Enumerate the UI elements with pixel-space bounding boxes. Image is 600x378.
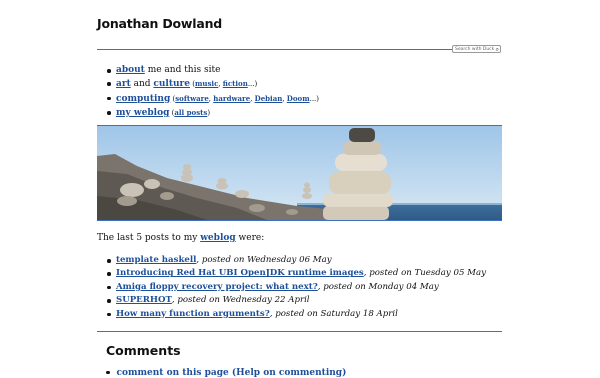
banner-image <box>97 125 502 221</box>
list-item: Introducing Red Hat UBI OpenJDK runtime … <box>105 267 486 280</box>
comment-link[interactable]: comment on this page (Help on commenting… <box>106 368 347 378</box>
search-input[interactable]: Search with Duck ⌕ <box>452 45 501 53</box>
post-meta: , posted on Saturday 18 April <box>269 308 398 319</box>
post-link[interactable]: Introducing Red Hat UBI OpenJDK runtime … <box>116 268 364 278</box>
nav-weblog-close: ) <box>207 109 211 118</box>
nav-item-weblog: my weblog (all posts) <box>105 106 319 120</box>
post-link[interactable]: How many function arguments? <box>116 309 270 319</box>
header-rule <box>97 49 453 50</box>
nav-art-close: ...) <box>247 80 258 89</box>
nav-item-computing: computing (software, hardware, Debian, D… <box>105 92 319 106</box>
nav-link-doom[interactable]: Doom <box>287 94 310 103</box>
nav-about-text: me and this site <box>144 65 221 75</box>
site-title[interactable]: Jonathan Dowland <box>97 16 222 31</box>
list-item: How many function arguments?, posted on … <box>105 308 486 321</box>
intro-weblog-link[interactable]: weblog <box>200 233 235 243</box>
nav-link-music[interactable]: music <box>195 79 218 88</box>
post-meta: , posted on Wednesday 06 May <box>196 255 332 265</box>
recent-posts-list: template haskell, posted on Wednesday 06… <box>105 254 486 321</box>
intro-after: were: <box>235 233 265 243</box>
search-placeholder: Search with Duck <box>455 46 495 52</box>
post-link[interactable]: template haskell <box>116 255 196 265</box>
post-link[interactable]: SUPERHOT <box>116 295 172 305</box>
nav-comp-close: ...) <box>309 94 320 103</box>
stone-stacks-photo <box>97 126 502 220</box>
nav-link-culture[interactable]: culture <box>153 79 190 89</box>
nav-item-art: art and culture (music, fiction...) <box>105 77 319 91</box>
intro-before: The last 5 posts to my <box>97 233 201 243</box>
comments-heading: Comments <box>106 343 181 358</box>
nav-link-art[interactable]: art <box>116 79 131 89</box>
nav-link-debian[interactable]: Debian <box>255 94 283 103</box>
list-item: template haskell, posted on Wednesday 06… <box>105 254 486 267</box>
nav-link-fiction[interactable]: fiction <box>223 79 248 88</box>
nav-link-weblog[interactable]: my weblog <box>116 108 169 118</box>
nav-link-hardware[interactable]: hardware <box>213 94 250 103</box>
post-meta: , posted on Tuesday 05 May <box>363 268 486 279</box>
list-item: Amiga floppy recovery project: what next… <box>105 281 486 294</box>
post-link[interactable]: Amiga floppy recovery project: what next… <box>116 282 318 292</box>
nav-art-and: and <box>130 79 154 90</box>
nav-item-about: about me and this site <box>105 64 319 77</box>
list-item: SUPERHOT, posted on Wednesday 22 April <box>105 294 486 307</box>
section-divider <box>97 331 502 332</box>
nav-link-all-posts[interactable]: all posts <box>174 108 207 117</box>
magnifier-icon[interactable]: ⌕ <box>496 46 499 53</box>
recent-posts-intro: The last 5 posts to my weblog were: <box>97 233 264 243</box>
post-meta: , posted on Wednesday 22 April <box>171 295 310 306</box>
nav-link-software[interactable]: software <box>175 94 209 103</box>
main-nav: about me and this site art and culture (… <box>105 64 319 121</box>
nav-link-about[interactable]: about <box>116 65 145 75</box>
post-meta: , posted on Monday 04 May <box>317 281 439 292</box>
nav-link-computing[interactable]: computing <box>116 94 170 104</box>
